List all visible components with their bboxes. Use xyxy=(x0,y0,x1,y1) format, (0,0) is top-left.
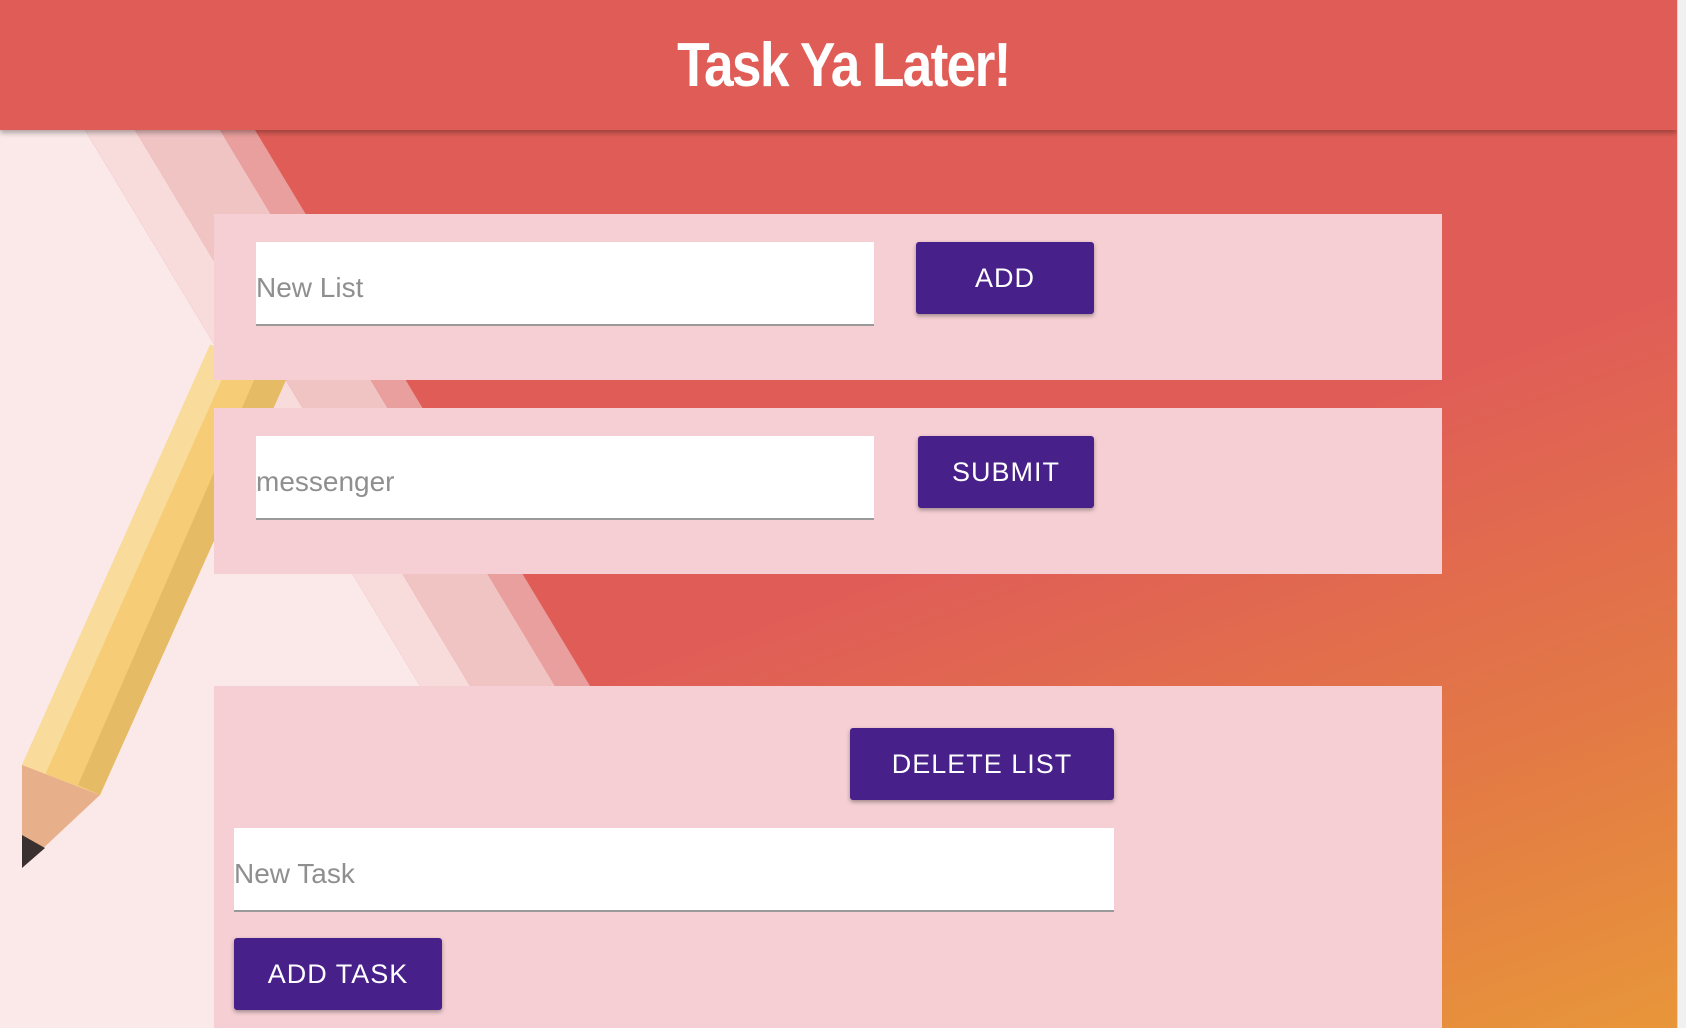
submit-button[interactable]: SUBMIT xyxy=(918,436,1094,508)
delete-list-button[interactable]: DELETE LIST xyxy=(850,728,1114,800)
task-list-card: DELETE LIST ADD TASK xyxy=(214,686,1442,1028)
add-task-button[interactable]: ADD TASK xyxy=(234,938,442,1010)
window-edge-strip xyxy=(1677,0,1686,1028)
new-list-input[interactable] xyxy=(256,242,874,326)
app-header: Task Ya Later! xyxy=(0,0,1677,130)
new-task-input[interactable] xyxy=(234,828,1114,912)
list-name-input[interactable] xyxy=(256,436,874,520)
new-list-card: ADD xyxy=(214,214,1442,380)
app-window: Task Ya Later! ADD SUBMIT DELETE LIST AD… xyxy=(0,0,1677,1028)
app-title: Task Ya Later! xyxy=(677,30,1011,100)
add-list-button[interactable]: ADD xyxy=(916,242,1094,314)
list-name-card: SUBMIT xyxy=(214,408,1442,574)
